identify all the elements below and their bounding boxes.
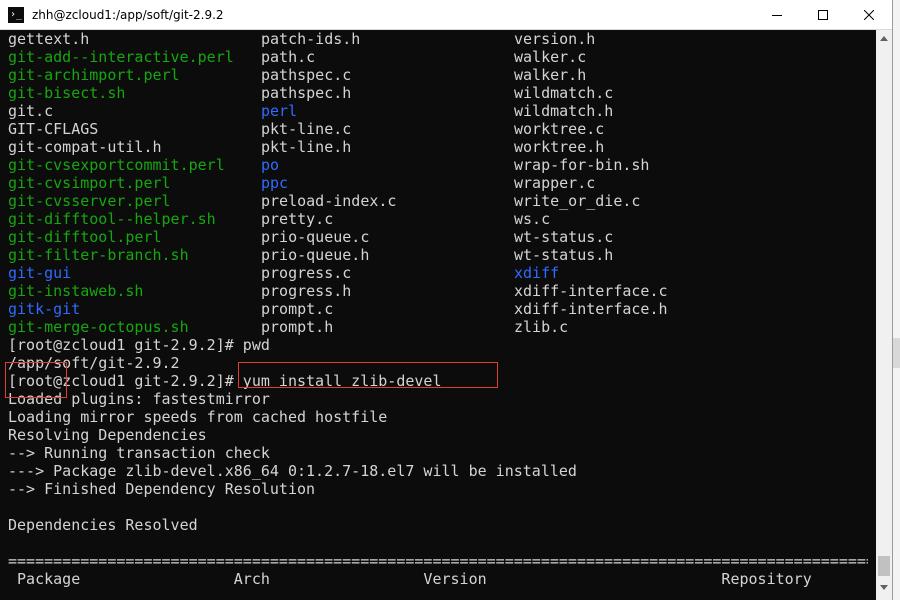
scroll-down-arrow-icon[interactable]	[880, 585, 888, 590]
output-line: Loading mirror speeds from cached hostfi…	[8, 408, 388, 426]
file-entry: prompt.h	[261, 318, 334, 336]
listing-row: git-cvsimport.perl ppc wrapper.c	[8, 174, 868, 192]
file-entry: prio-queue.h	[261, 246, 370, 264]
minimize-icon	[772, 15, 782, 16]
output-line: [root@zcloud1 git-2.9.2]# pwd	[8, 336, 270, 354]
maximize-button[interactable]	[800, 0, 846, 30]
output-line: --> Finished Dependency Resolution	[8, 480, 316, 498]
file-entry: git-add--interactive.perl	[8, 48, 234, 66]
window-title: zhh@zcloud1:/app/soft/git-2.9.2	[32, 8, 224, 22]
file-entry: git-cvsexportcommit.perl	[8, 156, 225, 174]
file-entry: version.h	[514, 30, 596, 48]
listing-row: gitk-git prompt.c xdiff-interface.h	[8, 300, 868, 318]
file-entry: progress.h	[261, 282, 352, 300]
listing-row: git-bisect.sh pathspec.h wildmatch.c	[8, 84, 868, 102]
listing-row: git-difftool--helper.sh pretty.c ws.c	[8, 210, 868, 228]
file-entry: walker.c	[514, 48, 587, 66]
file-entry: git-filter-branch.sh	[8, 246, 189, 264]
file-entry: wrap-for-bin.sh	[514, 156, 650, 174]
file-entry: gettext.h	[8, 30, 90, 48]
output-line: Resolving Dependencies	[8, 426, 207, 444]
listing-row: git.c perl wildmatch.h	[8, 102, 868, 120]
output-line: Loaded plugins: fastestmirror	[8, 390, 270, 408]
file-entry: prio-queue.c	[261, 228, 370, 246]
file-entry: pkt-line.c	[261, 120, 352, 138]
file-entry: git-bisect.sh	[8, 84, 126, 102]
terminal-output[interactable]: gettext.h patch-ids.h version.h git-add--in…	[0, 30, 876, 600]
background-window-edge	[893, 0, 900, 600]
file-entry: git-archimport.perl	[8, 66, 180, 84]
file-entry: pkt-line.h	[261, 138, 352, 156]
file-entry: wildmatch.c	[514, 84, 614, 102]
file-entry: GIT-CFLAGS	[8, 120, 99, 138]
file-entry: xdiff	[514, 264, 560, 282]
file-entry: po	[261, 156, 280, 174]
terminal-icon: ›_	[8, 7, 24, 23]
file-entry: wildmatch.h	[514, 102, 614, 120]
file-entry: zlib.c	[514, 318, 569, 336]
listing-row: git-cvsexportcommit.perl po wrap-for-bin.s…	[8, 156, 868, 174]
file-entry: pathspec.c	[261, 66, 352, 84]
listing-row: GIT-CFLAGS pkt-line.c worktree.c	[8, 120, 868, 138]
file-entry: ws.c	[514, 210, 551, 228]
title-bar[interactable]: ›_ zhh@zcloud1:/app/soft/git-2.9.2	[0, 0, 892, 30]
listing-row: git-merge-octopus.sh prompt.h zlib.c	[8, 318, 868, 336]
minimize-button[interactable]	[754, 0, 800, 30]
listing-row: git-filter-branch.sh prio-queue.h wt-statu…	[8, 246, 868, 264]
listing-row: git-cvsserver.perl preload-index.c write_o…	[8, 192, 868, 210]
file-entry: wt-status.h	[514, 246, 614, 264]
scroll-thumb[interactable]	[878, 556, 890, 576]
file-entry: walker.h	[514, 66, 587, 84]
output-line: Package Arch Version Repository Size	[8, 570, 868, 588]
file-entry: write_or_die.c	[514, 192, 641, 210]
maximize-icon	[818, 10, 828, 20]
terminal-window: ›_ zhh@zcloud1:/app/soft/git-2.9.2 gette…	[0, 0, 893, 600]
file-entry: patch-ids.h	[261, 30, 361, 48]
listing-row: git-archimport.perl pathspec.c walker.h	[8, 66, 868, 84]
file-entry: git.c	[8, 102, 54, 120]
file-entry: wrapper.c	[514, 174, 596, 192]
file-entry: preload-index.c	[261, 192, 397, 210]
listing-row: gettext.h patch-ids.h version.h	[8, 30, 868, 48]
file-entry: xdiff-interface.c	[514, 282, 668, 300]
file-entry: git-instaweb.sh	[8, 282, 144, 300]
vertical-scrollbar[interactable]	[876, 30, 892, 600]
prompt-user-highlight	[5, 362, 67, 398]
listing-row: git-instaweb.sh progress.h xdiff-interface…	[8, 282, 868, 300]
listing-row: git-gui progress.c xdiff	[8, 264, 868, 282]
output-line: ========================================…	[8, 552, 868, 570]
file-entry: path.c	[261, 48, 316, 66]
file-entry: gitk-git	[8, 300, 81, 318]
file-entry: perl	[261, 102, 298, 120]
background-window-mark	[893, 338, 900, 368]
close-button[interactable]	[846, 0, 892, 30]
file-entry: git-difftool.perl	[8, 228, 162, 246]
listing-row: git-difftool.perl prio-queue.c wt-status.c	[8, 228, 868, 246]
file-entry: ppc	[261, 174, 289, 192]
close-icon	[864, 10, 874, 20]
file-entry: git-compat-util.h	[8, 138, 162, 156]
file-entry: pretty.c	[261, 210, 334, 228]
output-line: --> Running transaction check	[8, 444, 270, 462]
file-entry: git-cvsimport.perl	[8, 174, 171, 192]
file-entry: worktree.h	[514, 138, 605, 156]
file-entry: git-gui	[8, 264, 72, 282]
listing-row: git-compat-util.h pkt-line.h worktree.h	[8, 138, 868, 156]
file-entry: pathspec.h	[261, 84, 352, 102]
file-entry: prompt.c	[261, 300, 334, 318]
file-entry: git-difftool--helper.sh	[8, 210, 216, 228]
listing-row: git-add--interactive.perl path.c walker.c	[8, 48, 868, 66]
file-entry: progress.c	[261, 264, 352, 282]
command-highlight	[238, 362, 498, 388]
output-line: Dependencies Resolved	[8, 516, 198, 534]
output-line: ---> Package zlib-devel.x86_64 0:1.2.7-1…	[8, 462, 577, 480]
scroll-up-arrow-icon[interactable]	[880, 36, 888, 41]
file-entry: xdiff-interface.h	[514, 300, 668, 318]
file-entry: git-merge-octopus.sh	[8, 318, 189, 336]
file-entry: wt-status.c	[514, 228, 614, 246]
file-entry: worktree.c	[514, 120, 605, 138]
file-entry: git-cvsserver.perl	[8, 192, 171, 210]
